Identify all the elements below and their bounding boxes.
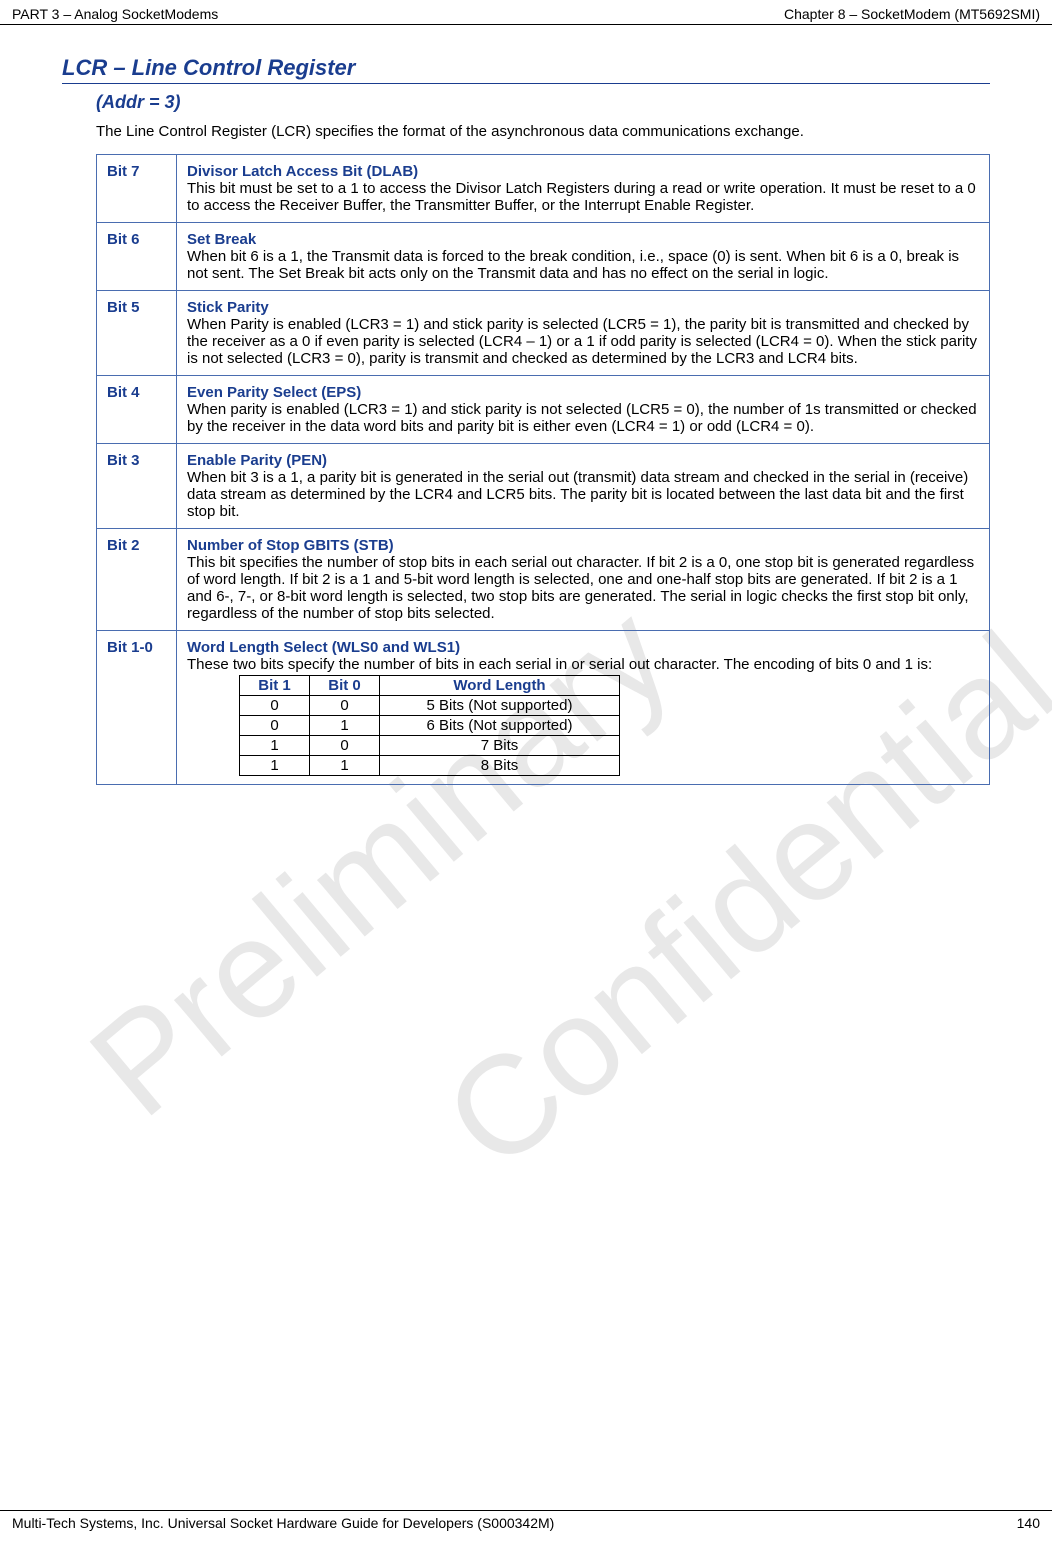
table-row: Bit 4 Even Parity Select (EPS) When pari… <box>97 376 990 444</box>
footer-left: Multi-Tech Systems, Inc. Universal Socke… <box>12 1515 554 1531</box>
register-table: Bit 7 Divisor Latch Access Bit (DLAB) Th… <box>96 154 990 785</box>
bit-cell: Bit 2 <box>97 529 177 631</box>
content-area: LCR – Line Control Register (Addr = 3) T… <box>0 25 1052 785</box>
desc-cell: Stick Parity When Parity is enabled (LCR… <box>177 291 990 376</box>
inner-cell: 1 <box>240 736 310 756</box>
bit-cell: Bit 5 <box>97 291 177 376</box>
row-desc: This bit specifies the number of stop bi… <box>187 554 974 622</box>
row-title: Stick Parity <box>187 299 269 316</box>
inner-header-row: Bit 1 Bit 0 Word Length <box>240 676 620 696</box>
inner-cell: 1 <box>240 756 310 776</box>
table-row: Bit 1-0 Word Length Select (WLS0 and WLS… <box>97 631 990 785</box>
bit-cell: Bit 3 <box>97 444 177 529</box>
desc-cell: Even Parity Select (EPS) When parity is … <box>177 376 990 444</box>
inner-cell: 5 Bits (Not supported) <box>380 696 620 716</box>
row-desc: When Parity is enabled (LCR3 = 1) and st… <box>187 316 977 367</box>
inner-row: 0 1 6 Bits (Not supported) <box>240 716 620 736</box>
inner-row: 1 1 8 Bits <box>240 756 620 776</box>
inner-header: Bit 0 <box>310 676 380 696</box>
inner-cell: 6 Bits (Not supported) <box>380 716 620 736</box>
table-row: Bit 3 Enable Parity (PEN) When bit 3 is … <box>97 444 990 529</box>
page-header: PART 3 – Analog SocketModems Chapter 8 –… <box>0 0 1052 25</box>
desc-cell: Word Length Select (WLS0 and WLS1) These… <box>177 631 990 785</box>
row-title: Even Parity Select (EPS) <box>187 384 361 401</box>
word-length-table: Bit 1 Bit 0 Word Length 0 0 5 Bits (Not … <box>239 675 620 776</box>
row-desc: When parity is enabled (LCR3 = 1) and st… <box>187 401 977 435</box>
row-desc: When bit 6 is a 1, the Transmit data is … <box>187 248 959 282</box>
inner-header: Word Length <box>380 676 620 696</box>
inner-cell: 0 <box>310 696 380 716</box>
inner-cell: 0 <box>240 716 310 736</box>
footer-page-number: 140 <box>1017 1515 1040 1531</box>
row-title: Enable Parity (PEN) <box>187 452 327 469</box>
table-row: Bit 5 Stick Parity When Parity is enable… <box>97 291 990 376</box>
intro-text: The Line Control Register (LCR) specifie… <box>96 123 990 140</box>
inner-row: 1 0 7 Bits <box>240 736 620 756</box>
row-title: Divisor Latch Access Bit (DLAB) <box>187 163 418 180</box>
header-right: Chapter 8 – SocketModem (MT5692SMI) <box>784 6 1040 22</box>
inner-cell: 1 <box>310 716 380 736</box>
page-footer: Multi-Tech Systems, Inc. Universal Socke… <box>0 1510 1052 1531</box>
bit-cell: Bit 4 <box>97 376 177 444</box>
inner-cell: 1 <box>310 756 380 776</box>
inner-cell: 7 Bits <box>380 736 620 756</box>
row-desc: When bit 3 is a 1, a parity bit is gener… <box>187 469 968 520</box>
desc-cell: Enable Parity (PEN) When bit 3 is a 1, a… <box>177 444 990 529</box>
row-title: Word Length Select (WLS0 and WLS1) <box>187 639 460 656</box>
row-desc: This bit must be set to a 1 to access th… <box>187 180 976 214</box>
inner-cell: 0 <box>240 696 310 716</box>
row-title: Number of Stop GBITS (STB) <box>187 537 394 554</box>
desc-cell: Set Break When bit 6 is a 1, the Transmi… <box>177 223 990 291</box>
section-title: LCR – Line Control Register <box>62 55 990 84</box>
table-row: Bit 7 Divisor Latch Access Bit (DLAB) Th… <box>97 155 990 223</box>
inner-header: Bit 1 <box>240 676 310 696</box>
header-left: PART 3 – Analog SocketModems <box>12 6 218 22</box>
inner-cell: 8 Bits <box>380 756 620 776</box>
table-row: Bit 2 Number of Stop GBITS (STB) This bi… <box>97 529 990 631</box>
desc-cell: Divisor Latch Access Bit (DLAB) This bit… <box>177 155 990 223</box>
bit-cell: Bit 1-0 <box>97 631 177 785</box>
row-title: Set Break <box>187 231 256 248</box>
row-desc: These two bits specify the number of bit… <box>187 656 932 673</box>
bit-cell: Bit 6 <box>97 223 177 291</box>
desc-cell: Number of Stop GBITS (STB) This bit spec… <box>177 529 990 631</box>
bit-cell: Bit 7 <box>97 155 177 223</box>
inner-row: 0 0 5 Bits (Not supported) <box>240 696 620 716</box>
table-row: Bit 6 Set Break When bit 6 is a 1, the T… <box>97 223 990 291</box>
inner-cell: 0 <box>310 736 380 756</box>
section-subtitle: (Addr = 3) <box>96 92 990 113</box>
